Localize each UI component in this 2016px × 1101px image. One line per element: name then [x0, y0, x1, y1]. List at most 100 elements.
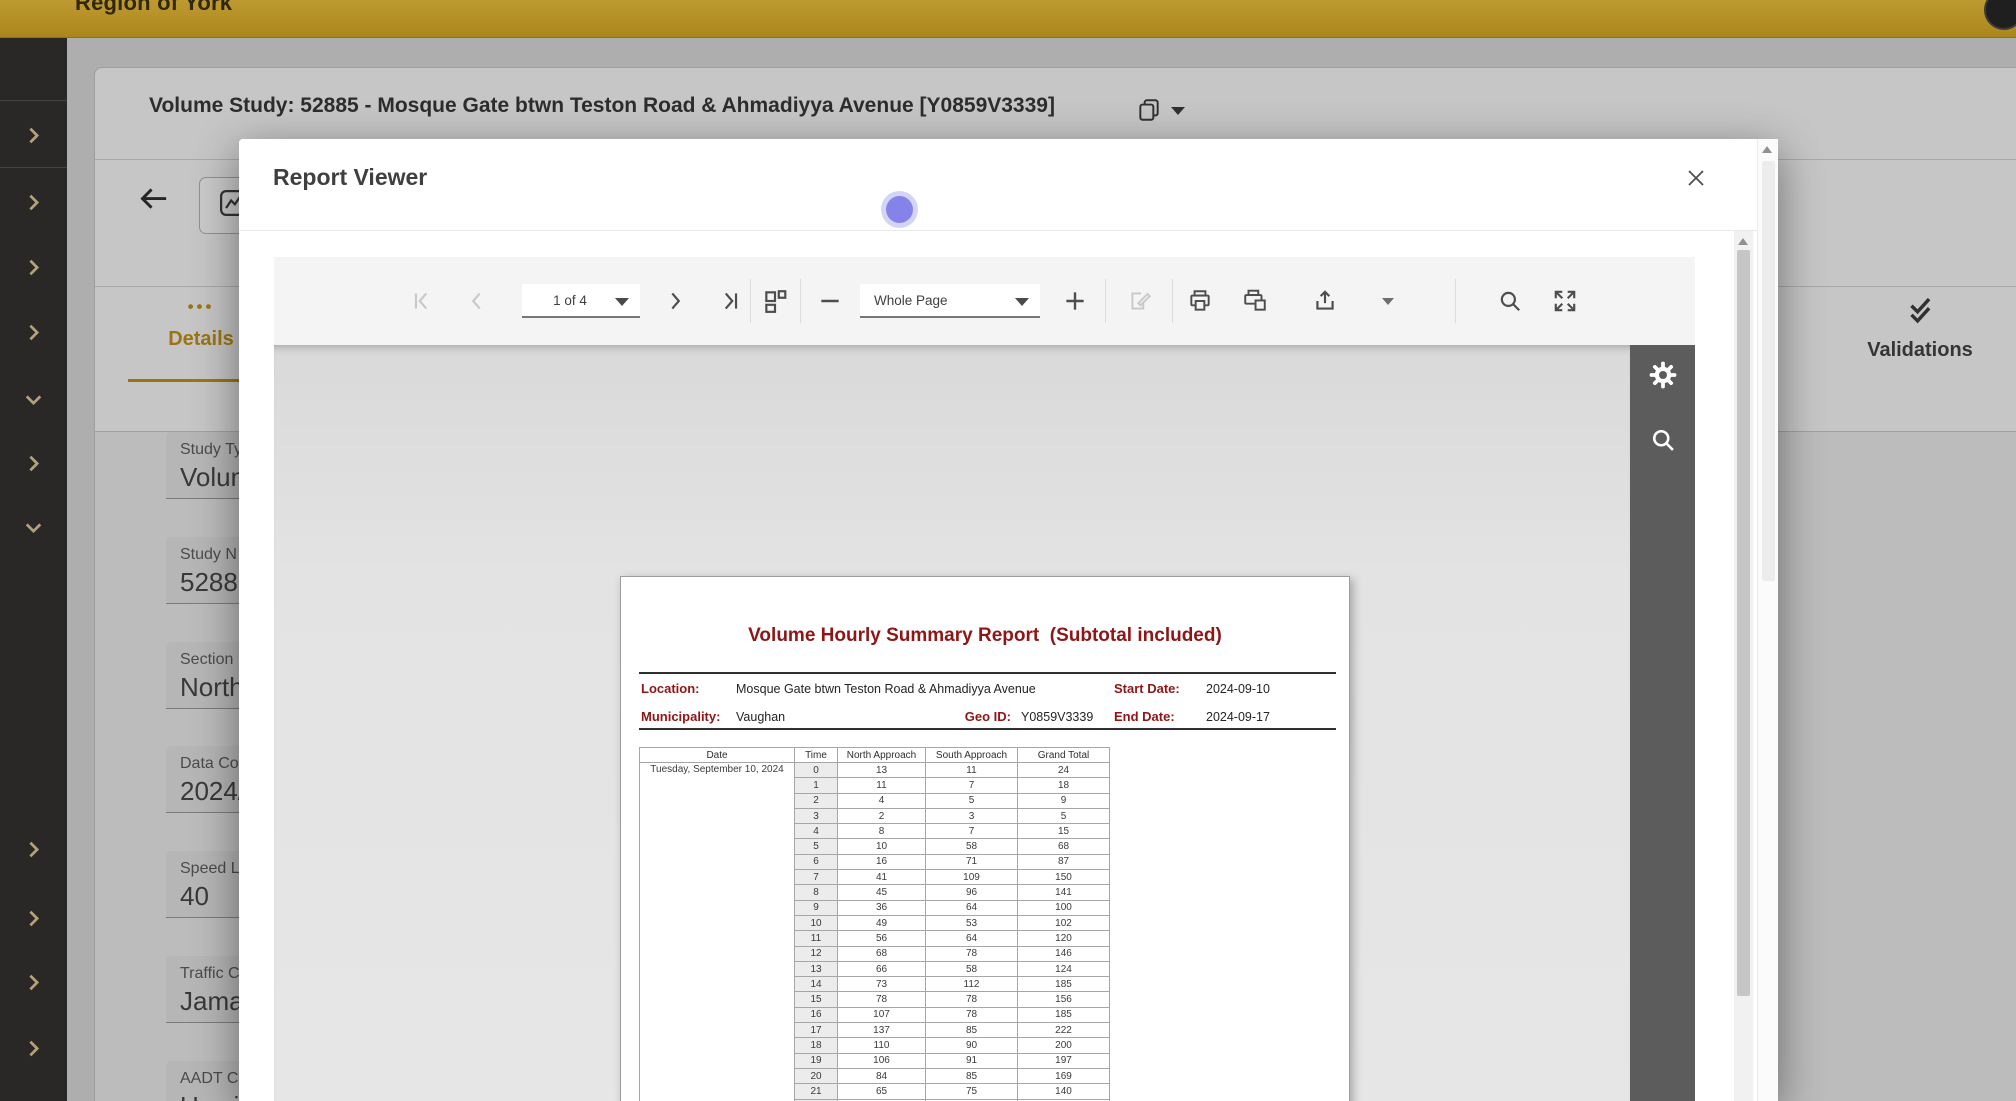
close-icon[interactable] [1679, 161, 1713, 195]
time-cell: 0 [794, 761, 838, 779]
value-cell: 109 [925, 869, 1018, 886]
value-cell: 169 [1017, 1067, 1110, 1085]
report-meta: Location: Mosque Gate btwn Teston Road &… [639, 672, 1336, 730]
toolbar-divider [1105, 279, 1106, 323]
page-select[interactable]: 1 of 4 [522, 284, 640, 318]
report-viewer-modal: Report Viewer 1 of 4 Whole Page Volume H… [239, 139, 1778, 1101]
scrollbar-thumb[interactable] [1762, 161, 1775, 581]
time-cell: 3 [794, 807, 838, 825]
time-cell: 13 [794, 960, 838, 978]
value-cell: 140 [1017, 1083, 1110, 1100]
value-cell: 5 [925, 792, 1018, 809]
zoom-select-value: Whole Page [874, 292, 948, 308]
value-cell: 71 [925, 853, 1018, 871]
viewer-scrollbar[interactable] [1734, 231, 1753, 1101]
time-cell: 8 [794, 884, 838, 901]
value-cell: 73 [837, 976, 926, 993]
time-cell: 6 [794, 853, 838, 871]
start-date-label: Start Date: [1114, 681, 1180, 696]
report-table-row: Tuesday, September 10, 2024 0 13 11 24 [639, 761, 1110, 1101]
value-cell: 11 [925, 761, 1018, 779]
value-cell: 5 [1017, 807, 1110, 825]
time-cell: 17 [794, 1022, 838, 1039]
value-cell: 13 [837, 761, 926, 779]
value-cell: 185 [1017, 1006, 1110, 1024]
thumbnails-button[interactable] [757, 283, 793, 319]
value-cell: 78 [837, 991, 926, 1008]
value-cell: 185 [1017, 976, 1110, 993]
end-date-value: 2024-09-17 [1206, 710, 1270, 724]
time-cell: 21 [794, 1083, 838, 1100]
report-table-header: Date [639, 747, 795, 763]
time-cell: 1 [794, 777, 838, 794]
time-cell: 9 [794, 899, 838, 916]
scrollbar-thumb[interactable] [1737, 250, 1750, 996]
modal-header: Report Viewer [239, 139, 1778, 231]
time-cell: 4 [794, 823, 838, 840]
scroll-up-icon[interactable] [1762, 146, 1772, 153]
value-cell: 78 [925, 945, 1018, 962]
search-button[interactable] [1492, 283, 1528, 319]
toolbar-divider [1172, 279, 1173, 323]
value-cell: 78 [925, 1006, 1018, 1024]
value-cell: 124 [1017, 960, 1110, 978]
value-cell: 75 [925, 1083, 1018, 1100]
value-cell: 49 [837, 914, 926, 932]
modal-scrollbar[interactable] [1757, 139, 1778, 1101]
value-cell: 11 [837, 777, 926, 794]
export-button[interactable] [1307, 283, 1343, 319]
location-value: Mosque Gate btwn Teston Road & Ahmadiyya… [736, 682, 1036, 696]
time-cell: 5 [794, 838, 838, 855]
panel-search-button[interactable] [1630, 410, 1695, 475]
value-cell: 91 [925, 1052, 1018, 1069]
geo-id-label: Geo ID: [964, 709, 1011, 724]
time-cell: 10 [794, 914, 838, 932]
value-cell: 96 [925, 884, 1018, 901]
zoom-in-button[interactable] [1057, 283, 1093, 319]
report-table-header: Grand Total [1017, 747, 1110, 763]
print-setup-button[interactable] [1237, 283, 1273, 319]
value-cell: 53 [925, 914, 1018, 932]
zoom-select[interactable]: Whole Page [860, 284, 1040, 318]
value-cell: 150 [1017, 869, 1110, 886]
value-cell: 84 [837, 1067, 926, 1085]
value-cell: 18 [1017, 777, 1110, 794]
scroll-up-icon[interactable] [1738, 238, 1748, 245]
time-cell: 2 [794, 792, 838, 809]
report-table-head-row: Date Time North Approach South Approach Gran… [639, 747, 1110, 763]
print-button[interactable] [1182, 283, 1218, 319]
value-cell: 102 [1017, 914, 1110, 932]
zoom-out-button[interactable] [812, 283, 848, 319]
time-cell: 20 [794, 1067, 838, 1085]
value-cell: 58 [925, 960, 1018, 978]
end-date-label: End Date: [1114, 709, 1175, 724]
value-cell: 90 [925, 1037, 1018, 1054]
time-cell: 7 [794, 869, 838, 886]
value-cell: 100 [1017, 899, 1110, 916]
export-caret-icon[interactable] [1378, 295, 1398, 309]
fullscreen-button[interactable] [1547, 283, 1583, 319]
time-cell: 11 [794, 930, 838, 947]
value-cell: 24 [1017, 761, 1110, 779]
value-cell: 156 [1017, 991, 1110, 1008]
viewer-toolbar: 1 of 4 Whole Page [274, 257, 1695, 345]
last-page-button[interactable] [711, 283, 747, 319]
value-cell: 110 [837, 1037, 926, 1054]
value-cell: 141 [1017, 884, 1110, 901]
time-cell: 19 [794, 1052, 838, 1069]
settings-button[interactable] [1630, 345, 1695, 410]
previous-page-button [459, 283, 495, 319]
value-cell: 41 [837, 869, 926, 886]
value-cell: 85 [925, 1022, 1018, 1039]
report-title: Volume Hourly Summary Report (Subtotal i… [748, 625, 1222, 646]
report-table-header: South Approach [925, 747, 1018, 763]
time-cell: 12 [794, 945, 838, 962]
value-cell: 7 [925, 777, 1018, 794]
value-cell: 78 [925, 991, 1018, 1008]
viewer-canvas: Volume Hourly Summary Report (Subtotal i… [274, 345, 1630, 1101]
municipality-value: Vaughan [736, 710, 786, 724]
geo-id-value: Y0859V3339 [1021, 710, 1094, 724]
value-cell: 68 [837, 945, 926, 962]
search-icon [1649, 426, 1677, 459]
next-page-button[interactable] [657, 283, 693, 319]
